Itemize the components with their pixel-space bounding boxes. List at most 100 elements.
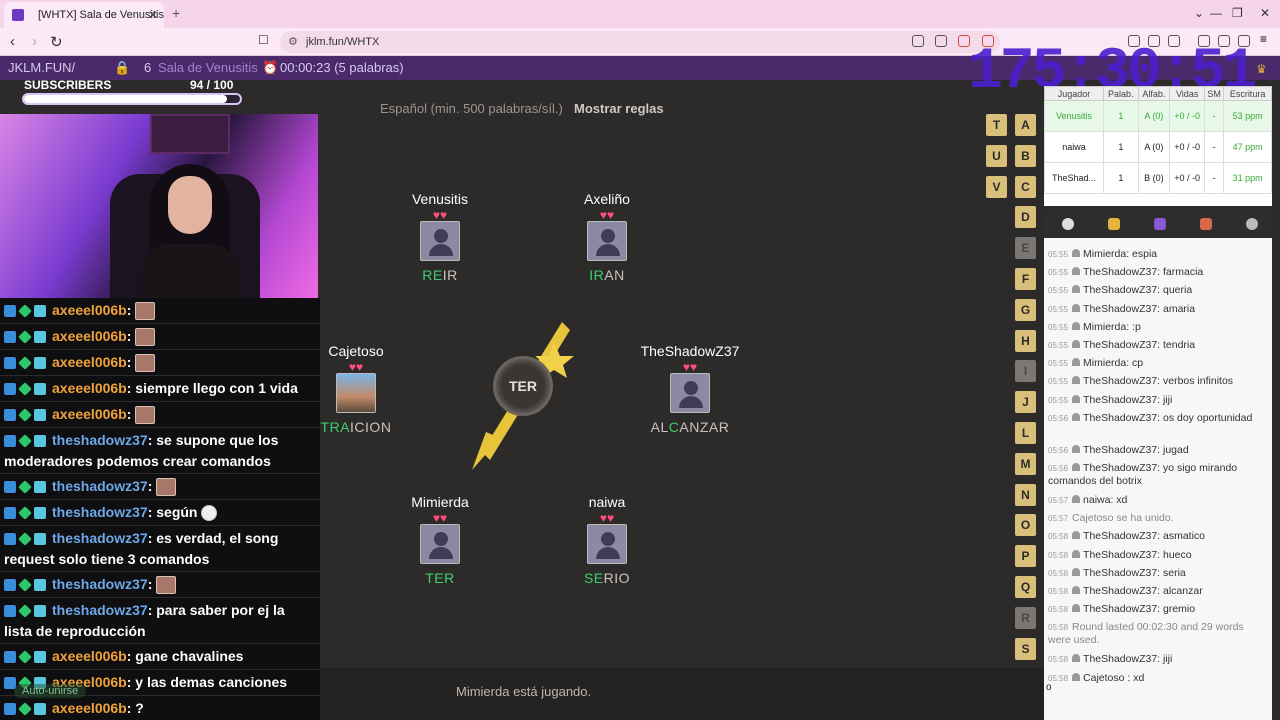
chat-message: theshadowz37:	[0, 574, 320, 598]
player-seat: Mimierda ♥♥ TER	[380, 494, 500, 586]
chat-username[interactable]: theshadowz37	[52, 504, 148, 520]
player-name: TheShadowZ37	[640, 343, 740, 359]
scoreboard-column-header[interactable]: Vidas	[1169, 86, 1206, 101]
chat-username[interactable]: axeeel006b	[52, 354, 127, 370]
scoreboard-cell: +0 / -0	[1169, 131, 1206, 163]
players-tab-icon[interactable]	[1108, 218, 1120, 230]
user-icon	[1072, 586, 1081, 594]
user-icon	[1072, 249, 1081, 257]
chat-message: theshadowz37: según	[0, 502, 320, 526]
game-chat-message: 05:58 TheShadowZ37: hueco	[1048, 549, 1268, 562]
user-badges-icon	[4, 382, 48, 397]
player-avatar	[670, 373, 710, 413]
chat-message: axeeel006b: siempre llego con 1 vida	[0, 378, 320, 402]
chat-message: axeeel006b: ?	[0, 698, 320, 720]
chat-username[interactable]: axeeel006b	[52, 380, 127, 396]
bookmark-icon[interactable]: ☐	[258, 33, 269, 47]
site-info-icon[interactable]: ⚙	[288, 31, 298, 53]
chat-input[interactable]: o	[1046, 682, 1270, 700]
back-icon[interactable]: ‹	[10, 33, 15, 50]
chat-username[interactable]: axeeel006b	[52, 328, 127, 344]
user-icon	[1072, 285, 1081, 294]
wall-poster	[150, 114, 230, 154]
chat-username[interactable]: axeeel006b	[52, 406, 127, 422]
bonus-letter: U	[986, 145, 1007, 167]
user-badges-icon	[4, 330, 48, 345]
scoreboard-column-header[interactable]: SM	[1204, 86, 1225, 101]
url-field[interactable]: ⚙ jklm.fun/WHTX	[280, 31, 1000, 53]
chat-username[interactable]: theshadowz37	[52, 478, 148, 494]
show-rules-button[interactable]: Mostrar reglas	[574, 101, 664, 116]
share-icon[interactable]	[935, 35, 947, 47]
scoreboard-cell: 1	[1102, 100, 1139, 132]
minimize-icon[interactable]: —	[1210, 6, 1222, 20]
chat-username[interactable]: axeeel006b	[52, 700, 127, 716]
tab-close-icon[interactable]: ✕	[148, 8, 158, 22]
browser-tab[interactable]: [WHTX] Sala de Venusitis ✕	[4, 2, 164, 28]
crown-icon[interactable]: ♛	[1256, 62, 1267, 76]
chat-text: : ?	[126, 700, 144, 716]
message-text: Round lasted 00:02:30 and 29 words were …	[1048, 621, 1244, 647]
chat-username[interactable]: theshadowz37	[52, 602, 148, 618]
menu-icon[interactable]: ≡	[1260, 32, 1272, 46]
user-icon	[1072, 549, 1081, 558]
message-text: TheShadowZ37: gremio	[1083, 603, 1196, 616]
emote-icon	[135, 302, 156, 321]
user-icon	[1072, 358, 1081, 367]
stats-tab-icon[interactable]	[1154, 218, 1166, 230]
bomb-syllable: TER	[493, 356, 553, 416]
game-chat-panel: 05:55 Mimierda: espia 05:55 TheShadowZ37: f…	[1044, 212, 1272, 720]
last-word: SERIO	[583, 570, 631, 586]
restore-icon[interactable]: ❐	[1232, 6, 1243, 20]
user-icon	[1072, 376, 1081, 385]
bonus-letter: M	[1015, 452, 1036, 475]
message-text: TheShadowZ37: jugad	[1083, 443, 1189, 456]
close-window-icon[interactable]: ✕	[1260, 6, 1270, 20]
bonus-letter: F	[1015, 268, 1036, 290]
chat-message: axeeel006b:	[0, 352, 320, 376]
scoreboard-column-header[interactable]: Palab.	[1102, 86, 1139, 101]
emote-icon	[156, 576, 177, 595]
reload-icon[interactable]: ↻	[50, 33, 63, 51]
scoreboard-column-header[interactable]: Alfab.	[1137, 86, 1171, 101]
user-icon	[1072, 267, 1081, 276]
rules-summary: Español (min. 500 palabras/síl.)	[380, 101, 563, 116]
chat-message: theshadowz37: es verdad, el song request…	[0, 528, 320, 572]
rules-tab-icon[interactable]	[1200, 218, 1212, 230]
chat-username[interactable]: axeeel006b	[52, 648, 127, 664]
scoreboard-column-header[interactable]: Jugador	[1044, 86, 1104, 101]
bonus-letter: S	[1015, 637, 1036, 660]
user-icon	[1072, 303, 1081, 312]
settings-gear-icon[interactable]	[1246, 218, 1258, 230]
chat-tab-icon[interactable]	[1062, 218, 1074, 230]
user-icon	[1072, 654, 1081, 663]
chevron-down-icon[interactable]: ⌄	[1194, 6, 1204, 20]
user-icon	[1072, 531, 1081, 540]
scoreboard-column-header[interactable]: Escritura	[1223, 86, 1272, 101]
message-time: 05:58	[1048, 568, 1069, 578]
new-tab-icon[interactable]: +	[172, 5, 180, 21]
streamer-face	[168, 176, 212, 234]
chat-message: axeeel006b:	[0, 300, 320, 324]
bonus-letter: L	[1015, 422, 1036, 444]
player-name: Mimierda	[411, 494, 469, 510]
game-chat-message: 05:58 TheShadowZ37: alcanzar	[1048, 585, 1268, 598]
chat-message: theshadowz37:	[0, 476, 320, 500]
chat-username[interactable]: theshadowz37	[52, 576, 148, 592]
chat-text: :	[126, 354, 132, 370]
bonus-letter: P	[1015, 545, 1036, 568]
url-text: jklm.fun/WHTX	[306, 36, 380, 48]
chat-username[interactable]: theshadowz37	[52, 530, 148, 546]
cast-icon[interactable]	[912, 35, 924, 47]
chat-username[interactable]: theshadowz37	[52, 432, 148, 448]
game-chat-message: 05:55 Mimierda: cp	[1048, 357, 1268, 370]
site-name[interactable]: JKLM.FUN/	[8, 60, 75, 75]
scoreboard-row: TheShad... 1 B (0) +0 / -0-31 ppm	[1044, 162, 1272, 194]
user-badges-icon	[4, 650, 48, 665]
player-seat: Venusitis ♥♥ REIR	[380, 191, 500, 283]
chat-username[interactable]: axeeel006b	[52, 302, 127, 318]
forward-icon[interactable]: ›	[32, 33, 37, 50]
bonus-letter: T	[986, 114, 1007, 136]
auto-join-toggle[interactable]: Auto-unirse	[14, 684, 87, 698]
player-name: Venusitis	[411, 191, 469, 207]
